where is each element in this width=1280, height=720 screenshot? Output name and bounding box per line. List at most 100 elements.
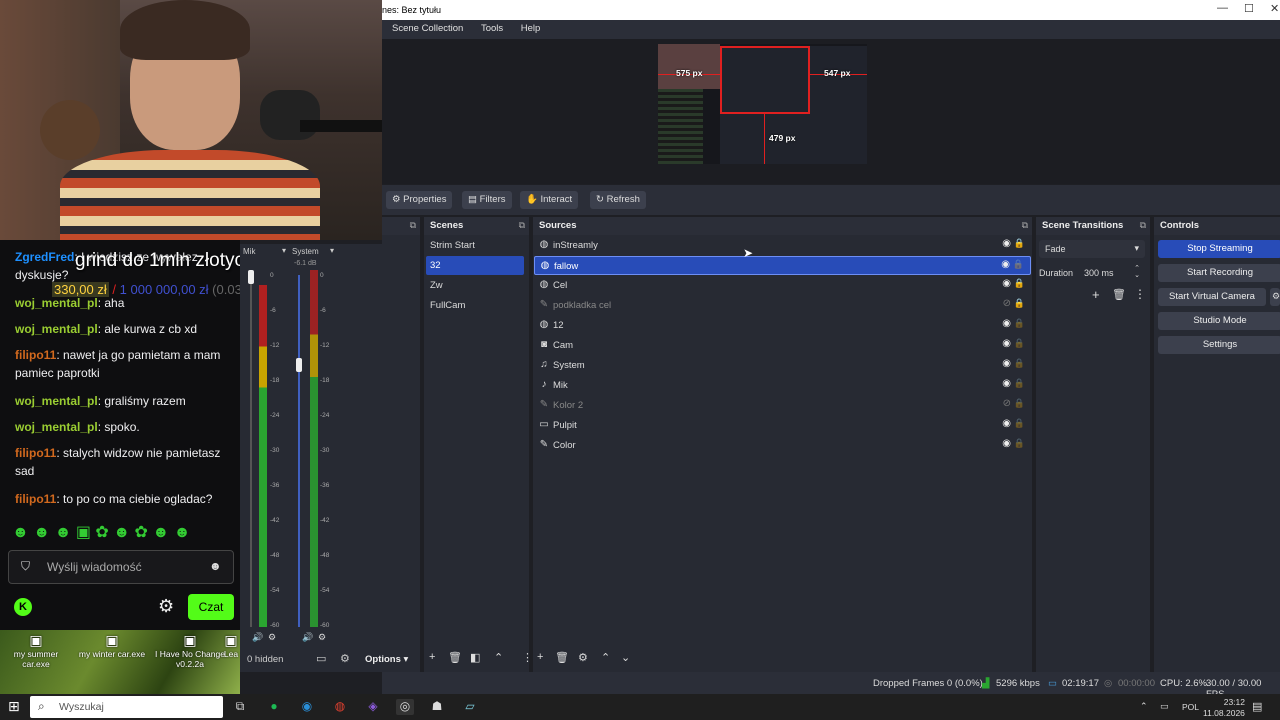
interact-button[interactable]: ✋ Interact <box>520 191 579 209</box>
menu-scene-collection[interactable]: Scene Collection <box>382 20 468 34</box>
unlock-icon[interactable]: 🔒 <box>1014 378 1025 389</box>
lock-icon[interactable]: 🔒 <box>1014 298 1025 309</box>
minimize-icon[interactable]: — <box>1217 2 1228 14</box>
gear-icon[interactable]: ⚙ <box>268 632 276 643</box>
unlock-icon[interactable]: 🔒 <box>1013 259 1024 270</box>
close-icon[interactable]: ✕ <box>1270 2 1279 15</box>
chat-username[interactable]: filipo11 <box>15 492 56 506</box>
chat-username[interactable]: filipo11 <box>15 446 56 460</box>
clock-date[interactable]: 11.08.2026 <box>1203 708 1245 718</box>
speaker-icon[interactable]: 🔊 <box>252 632 263 643</box>
mic-volume-track[interactable] <box>250 275 252 627</box>
source-item[interactable]: ✎ podkladka cel ⊘ 🔒 <box>534 296 1031 315</box>
emote-icons[interactable]: ☻ ☻ ☻ ▣ ✿ ☻ ✿ ☻ ☻ <box>12 524 191 541</box>
source-item[interactable]: ✎ Kolor 2 ⊘ 🔒 <box>534 396 1031 415</box>
clock-time[interactable]: 23:12 <box>1205 697 1245 707</box>
source-item[interactable]: ◍ inStreamly ◉ 🔒 <box>534 236 1031 255</box>
options-button[interactable]: Options ▾ <box>365 654 408 665</box>
unlock-icon[interactable]: 🔒 <box>1014 358 1025 369</box>
desktop-icon[interactable]: ▣ my winter car.exe <box>76 632 148 659</box>
up-arrow-icon[interactable]: ⌃ <box>601 651 610 664</box>
scene-item[interactable]: 32 <box>426 256 524 275</box>
filter-icon[interactable]: ◧ <box>470 651 480 664</box>
add-icon[interactable]: + <box>429 651 435 663</box>
scene-item[interactable]: Strim Start <box>426 236 524 255</box>
gear-icon[interactable]: ⚙ <box>578 651 588 664</box>
settings-button[interactable]: Settings <box>1158 336 1280 354</box>
source-item[interactable]: ▭ Pulpit ◉ 🔒 <box>534 416 1031 435</box>
trash-icon[interactable]: 🗑 <box>448 651 462 664</box>
source-item[interactable]: ◍ fallow ◉ 🔒 <box>534 256 1031 275</box>
scene-item[interactable]: FullCam <box>426 296 524 315</box>
duration-input[interactable]: 300 ms ⌃ ⌄ <box>1080 264 1144 282</box>
selection-box[interactable] <box>720 46 810 114</box>
system-volume-track[interactable] <box>298 275 300 627</box>
eye-icon[interactable]: ◉ <box>1001 259 1010 270</box>
unlock-icon[interactable]: 🔒 <box>1014 398 1025 409</box>
stop-streaming-button[interactable]: Stop Streaming <box>1158 240 1280 258</box>
unlock-icon[interactable]: 🔒 <box>1014 338 1025 349</box>
unlock-icon[interactable]: 🔒 <box>1014 418 1025 429</box>
menu-help[interactable]: Help <box>511 20 546 34</box>
tray-chevron-icon[interactable]: ⌃ <box>1140 701 1148 712</box>
eye-hidden-icon[interactable]: ⊘ <box>1003 398 1011 409</box>
chat-username[interactable]: woj_mental_pl <box>15 322 98 336</box>
chat-username[interactable]: woj_mental_pl <box>15 394 98 408</box>
source-item[interactable]: ◍ Cel ◉ 🔒 <box>534 276 1031 295</box>
dock-float-icon[interactable]: ⧉ <box>519 220 525 231</box>
chat-username[interactable]: filipo11 <box>15 348 56 362</box>
network-tray-icon[interactable]: ▭ <box>1160 701 1169 712</box>
dock-float-icon[interactable]: ⧉ <box>1022 220 1028 231</box>
discord-icon[interactable]: ◈ <box>364 699 382 715</box>
eye-icon[interactable]: ◉ <box>1002 318 1011 329</box>
virtual-camera-settings-icon[interactable]: ⚙ <box>1270 288 1280 306</box>
add-icon[interactable]: + <box>1092 287 1100 302</box>
add-icon[interactable]: + <box>537 651 543 663</box>
chrome-icon[interactable]: ◍ <box>331 699 349 715</box>
gear-icon[interactable]: ⚙ <box>340 652 350 665</box>
trash-icon[interactable]: 🗑 <box>1112 288 1126 301</box>
eye-hidden-icon[interactable]: ⊘ <box>1003 298 1011 309</box>
more-icon[interactable]: ⋮ <box>1134 287 1146 301</box>
preview-canvas[interactable]: 575 px 547 px 479 px <box>658 44 867 164</box>
scene-item[interactable]: Zw <box>426 276 524 295</box>
chat-input[interactable]: ⛉ Wyślij wiadomość ☻ <box>8 550 234 584</box>
more-icon[interactable]: ⋮ <box>522 651 533 664</box>
notepad-icon[interactable]: ▱ <box>461 699 479 715</box>
eye-icon[interactable]: ◉ <box>1002 418 1011 429</box>
menu-tools[interactable]: Tools <box>471 20 508 34</box>
desktop-icon[interactable]: ▣ Lea <box>222 632 240 659</box>
transition-select[interactable]: Fade ▾ <box>1039 240 1145 258</box>
language-indicator[interactable]: POL <box>1182 702 1199 712</box>
unlock-icon[interactable]: 🔒 <box>1014 438 1025 449</box>
filters-button[interactable]: ▤ Filters <box>462 191 512 209</box>
properties-button[interactable]: ⚙ Properties <box>386 191 453 209</box>
dock-float-icon[interactable]: ⧉ <box>1140 220 1146 231</box>
desktop-icon[interactable]: ▣ I Have No Change v0.2.2a <box>150 632 230 669</box>
gear-icon[interactable]: ⚙ <box>318 632 326 643</box>
down-arrow-icon[interactable]: ⌄ <box>621 651 630 664</box>
task-view-icon[interactable]: ⧉ <box>231 699 249 715</box>
obs-icon[interactable]: ◎ <box>396 699 414 715</box>
trash-icon[interactable]: 🗑 <box>555 651 569 664</box>
source-item[interactable]: ♫ System ◉ 🔒 <box>534 356 1031 375</box>
speaker-icon[interactable]: 🔊 <box>302 632 313 643</box>
dock-float-icon[interactable]: ⧉ <box>410 220 416 231</box>
refresh-button[interactable]: ↻ Refresh <box>590 191 646 209</box>
source-item[interactable]: ◍ 12 ◉ 🔒 <box>534 316 1031 335</box>
start-recording-button[interactable]: Start Recording <box>1158 264 1280 282</box>
eye-icon[interactable]: ◉ <box>1002 278 1011 289</box>
notification-icon[interactable]: ▤ <box>1252 700 1262 713</box>
desktop-icon[interactable]: ▣ my summer car.exe <box>0 632 72 669</box>
start-virtual-camera-button[interactable]: Start Virtual Camera <box>1158 288 1266 306</box>
windows-start-icon[interactable]: ⊞ <box>8 698 20 715</box>
chat-send-button[interactable]: Czat <box>188 594 234 620</box>
lock-icon[interactable]: 🔒 <box>1014 278 1025 289</box>
taskbar-search[interactable]: ⌕ Wyszukaj <box>30 696 223 718</box>
eye-icon[interactable]: ◉ <box>1002 238 1011 249</box>
lock-icon[interactable]: 🔒 <box>1014 238 1025 249</box>
source-item[interactable]: ♪ Mik ◉ 🔒 <box>534 376 1031 395</box>
eye-icon[interactable]: ◉ <box>1002 338 1011 349</box>
spinner-icon[interactable]: ⌃ ⌄ <box>1134 265 1140 279</box>
layout-icon[interactable]: ▭ <box>316 652 326 665</box>
